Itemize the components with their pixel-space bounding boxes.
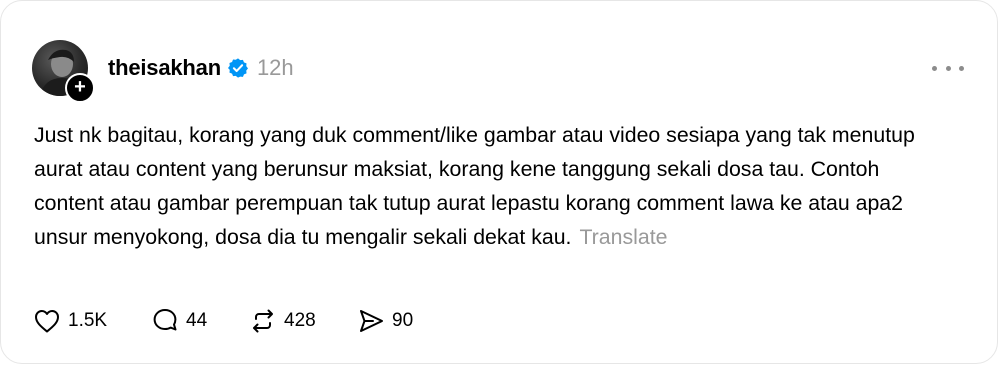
repost-icon: [253, 309, 273, 333]
send-icon: [360, 310, 383, 332]
heart-icon: [35, 310, 59, 333]
more-dot: [932, 65, 937, 71]
more-dot: [959, 65, 964, 71]
more-dot: [945, 65, 951, 71]
username[interactable]: theisakhan: [108, 55, 221, 81]
share-count: 90: [392, 310, 414, 331]
reply-count: 44: [186, 310, 208, 331]
post-timestamp: 12h: [256, 55, 294, 80]
translate-link[interactable]: Translate: [579, 225, 667, 249]
repost-button[interactable]: 428: [248, 304, 356, 338]
share-button[interactable]: 90: [356, 304, 413, 338]
reply-button[interactable]: 44: [150, 304, 248, 338]
more-horizontal-icon[interactable]: [932, 57, 964, 79]
action-bar: 1.5K 44 428 90: [32, 304, 413, 338]
like-button[interactable]: 1.5K: [32, 304, 150, 338]
like-count: 1.5K: [68, 310, 108, 331]
post-text: Just nk bagitau, korang yang duk comment…: [34, 123, 915, 249]
post-header: theisakhan 12h: [108, 53, 294, 83]
post-card: + theisakhan 12h Just nk bagitau, korang…: [0, 0, 998, 364]
repost-count: 428: [284, 310, 316, 331]
comment-bubble-icon: [153, 309, 177, 331]
post-body: Just nk bagitau, korang yang duk comment…: [34, 118, 934, 254]
follow-button[interactable]: +: [65, 73, 95, 103]
verified-badge-icon: [227, 58, 248, 78]
